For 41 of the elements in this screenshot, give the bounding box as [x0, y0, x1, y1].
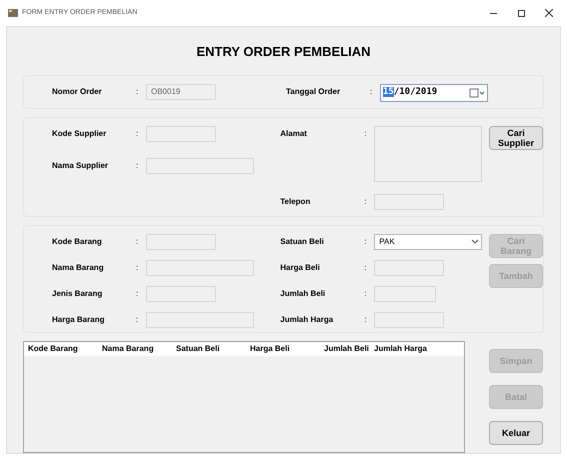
field-label: Satuan Beli — [280, 236, 325, 248]
form-button[interactable]: Keluar — [489, 421, 543, 445]
dropdown[interactable]: PAK — [374, 234, 482, 250]
colon: : — [364, 314, 368, 326]
field-label: Harga Barang — [52, 314, 106, 326]
column-header[interactable]: Kode Barang — [28, 343, 102, 355]
colon: : — [136, 236, 140, 248]
field-label: Telepon — [280, 196, 312, 208]
field-label: Kode Barang — [52, 236, 103, 248]
column-header[interactable]: Nama Barang — [102, 343, 176, 355]
date-picker[interactable]: 15/10/2019 — [380, 84, 488, 102]
field-label: Jenis Barang — [52, 288, 104, 300]
field-label: Tanggal Order — [286, 86, 342, 98]
colon: : — [364, 262, 368, 274]
field-label: Alamat — [280, 128, 308, 140]
colon: : — [364, 236, 368, 248]
date-value: 15/10/2019 — [383, 86, 438, 100]
field-label: Jumlah Beli — [280, 288, 326, 300]
field-label: Harga Beli — [280, 262, 321, 274]
colon: : — [364, 196, 368, 208]
column-header[interactable]: Jumlah Harga — [374, 343, 448, 355]
form-button[interactable]: Cari Supplier — [489, 126, 543, 150]
colon: : — [136, 128, 140, 140]
colon: : — [136, 262, 140, 274]
colon: : — [136, 288, 140, 300]
column-header[interactable]: Harga Beli — [250, 343, 324, 355]
field-label: Nama Supplier — [52, 160, 110, 172]
field-label: Kode Supplier — [52, 128, 108, 140]
column-header[interactable]: Jumlah Beli — [324, 343, 374, 355]
colon: : — [136, 314, 140, 326]
colon: : — [364, 288, 368, 300]
field-label: Nama Barang — [52, 262, 105, 274]
field-label: Jumlah Harga — [280, 314, 334, 326]
colon: : — [136, 86, 140, 98]
colon: : — [136, 160, 140, 172]
field-label: Nomor Order — [52, 86, 103, 98]
colon: : — [364, 128, 368, 140]
column-header[interactable]: Satuan Beli — [176, 343, 250, 355]
colon: : — [370, 86, 374, 98]
form-heading: ENTRY ORDER PEMBELIAN — [195, 43, 372, 61]
dropdown-value: PAK — [378, 236, 396, 248]
